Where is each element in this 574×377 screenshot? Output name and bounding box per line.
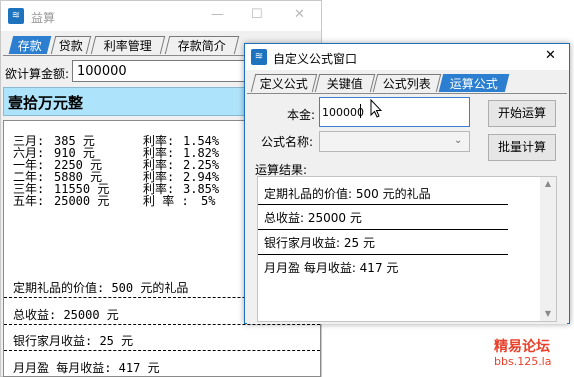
tab-loan-label: 贷款 bbox=[58, 39, 83, 53]
tab-key-values-label: 关键值 bbox=[326, 77, 363, 91]
rate-amount: 25000 元 bbox=[54, 194, 110, 208]
tab-formula-list[interactable]: 公式列表 bbox=[372, 74, 442, 92]
tab-deposit-label: 存款 bbox=[17, 39, 42, 53]
tab-run-formula[interactable]: 运算公式 bbox=[438, 74, 510, 92]
tab-define-formula[interactable]: 定义公式 bbox=[250, 74, 318, 92]
result-gift-value: 定期礼品的价值: 500 元的礼品 bbox=[264, 187, 431, 201]
batch-calc-button[interactable]: 批量计算 bbox=[488, 134, 556, 161]
dialog-tab-bar: 定义公式 关键值 公式列表 运算公式 bbox=[250, 74, 565, 93]
tab-rate-management[interactable]: 利率管理 bbox=[90, 36, 166, 54]
monthly-income-line: 月月盈 每月收益: 417 元 bbox=[13, 361, 160, 375]
chevron-down-icon: ⌄ bbox=[454, 135, 463, 146]
deposit-amount-label: 欲计算金额: bbox=[5, 67, 70, 81]
deposit-amount-value: 100000 bbox=[77, 64, 127, 79]
amount-in-words: 壹拾万元整 bbox=[8, 94, 84, 112]
dialog-title: 自定义公式窗口 bbox=[273, 52, 358, 66]
gift-value-line: 定期礼品的价值: 500 元的礼品 bbox=[13, 281, 189, 295]
principal-value: 100000 bbox=[322, 106, 364, 119]
scroll-down-icon[interactable]: ▼ bbox=[540, 309, 556, 318]
tab-deposit[interactable]: 存款 bbox=[8, 36, 52, 54]
divider bbox=[4, 324, 320, 325]
minimize-icon[interactable]: — bbox=[211, 7, 224, 22]
run-formula-panel: 本金: 100000 公式名称: ⌄ 开始运算 批量计算 运算结果: 定期礼品的… bbox=[247, 93, 567, 324]
divider bbox=[258, 254, 508, 255]
maximize-icon[interactable]: ☐ bbox=[251, 7, 263, 22]
divider bbox=[258, 229, 508, 230]
tab-loan[interactable]: 贷款 bbox=[50, 36, 92, 54]
watermark-url: bbs.125.la bbox=[494, 355, 552, 368]
formula-dialog: ≋ 自定义公式窗口 ✕ 定义公式 关键值 公式列表 运算公式 本金: 10000… bbox=[244, 43, 570, 324]
dialog-title-bar: ≋ 自定义公式窗口 ✕ bbox=[245, 44, 569, 70]
rate-label: 利 率 : bbox=[143, 194, 189, 208]
app-icon: ≋ bbox=[8, 8, 24, 24]
banker-monthly-line: 银行家月收益: 25 元 bbox=[13, 334, 134, 348]
result-panel: 定期礼品的价值: 500 元的礼品 总收益: 25000 元 银行家月收益: 2… bbox=[257, 176, 557, 322]
tab-deposit-intro[interactable]: 存款简介 bbox=[164, 36, 240, 54]
principal-label: 本金: bbox=[287, 108, 316, 122]
result-banker-monthly: 银行家月收益: 25 元 bbox=[264, 236, 375, 250]
divider bbox=[4, 350, 320, 351]
rate-value: 5% bbox=[201, 194, 216, 208]
tab-key-values[interactable]: 关键值 bbox=[314, 74, 376, 92]
divider bbox=[258, 204, 508, 205]
mouse-pointer-icon bbox=[370, 99, 383, 118]
scroll-up-icon[interactable]: ▲ bbox=[540, 179, 556, 188]
principal-input[interactable]: 100000 bbox=[319, 97, 470, 127]
tab-rate-management-label: 利率管理 bbox=[103, 39, 152, 53]
app-icon: ≋ bbox=[251, 49, 267, 65]
close-icon[interactable]: ✕ bbox=[294, 7, 305, 22]
formula-name-select[interactable]: ⌄ bbox=[319, 131, 470, 152]
formula-name-label: 公式名称: bbox=[261, 135, 314, 149]
text-caret bbox=[360, 104, 361, 118]
vertical-scrollbar[interactable]: ▲ ▼ bbox=[540, 177, 556, 321]
watermark-title: 精易论坛 bbox=[494, 339, 550, 355]
tab-formula-list-label: 公式列表 bbox=[382, 77, 431, 91]
main-window-title: 益算 bbox=[31, 11, 56, 25]
start-calc-button[interactable]: 开始运算 bbox=[488, 100, 556, 127]
result-monthly-income: 月月盈 每月收益: 417 元 bbox=[264, 261, 399, 275]
tab-define-formula-label: 定义公式 bbox=[259, 77, 308, 91]
total-income-line: 总收益: 25000 元 bbox=[13, 308, 119, 322]
rate-term: 五年: bbox=[13, 194, 45, 208]
result-total-income: 总收益: 25000 元 bbox=[264, 211, 362, 225]
main-title-bar: ≋ 益算 — ☐ ✕ bbox=[1, 1, 321, 31]
close-icon[interactable]: ✕ bbox=[545, 48, 556, 63]
tab-run-formula-label: 运算公式 bbox=[449, 77, 498, 91]
tab-deposit-intro-label: 存款简介 bbox=[177, 39, 226, 53]
